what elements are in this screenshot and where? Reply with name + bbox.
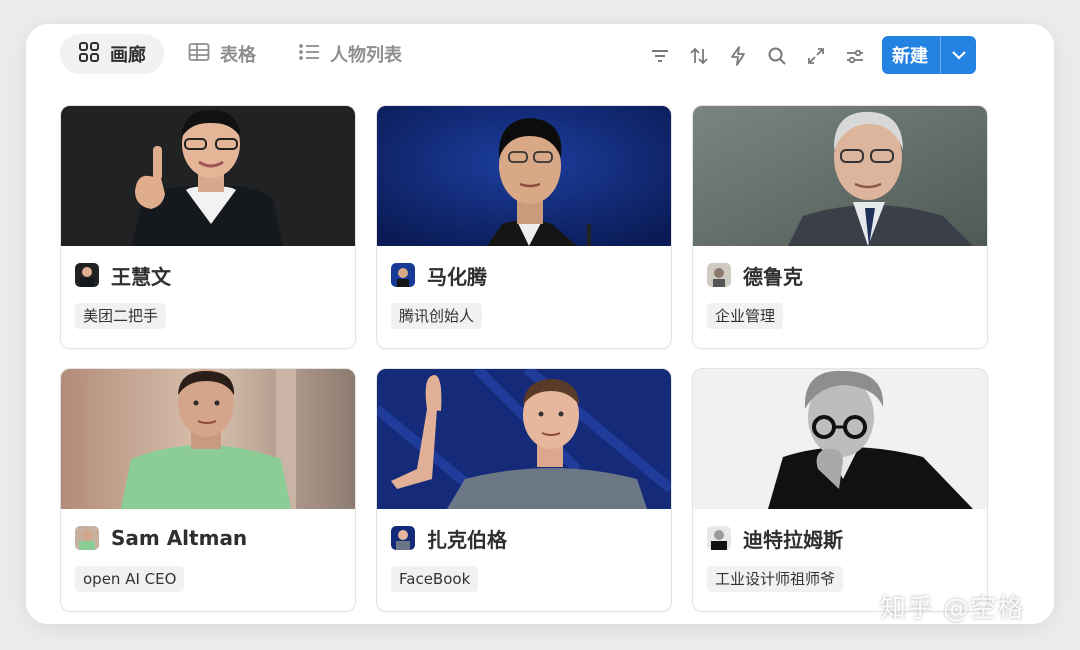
tab-gallery[interactable]: 画廊 xyxy=(60,34,164,74)
chevron-down-icon[interactable] xyxy=(941,50,976,60)
card-tag: 工业设计师祖师爷 xyxy=(707,566,844,592)
avatar xyxy=(391,263,415,287)
avatar xyxy=(75,263,99,287)
card-name: 王慧文 xyxy=(111,264,171,289)
avatar xyxy=(707,526,731,550)
gallery-card[interactable]: 迪特拉姆斯 工业设计师祖师爷 xyxy=(692,368,988,612)
card-cover-photo xyxy=(377,106,671,246)
card-cover-photo xyxy=(693,106,987,246)
card-tag: 腾讯创始人 xyxy=(391,303,483,329)
card-title: 马化腾 xyxy=(391,261,487,289)
card-cover-photo xyxy=(377,369,671,509)
card-name: 迪特拉姆斯 xyxy=(743,527,843,552)
gallery-card[interactable]: Sam Altman open AI CEO xyxy=(60,368,356,612)
card-title: 迪特拉姆斯 xyxy=(707,524,843,552)
avatar xyxy=(391,526,415,550)
gallery-card[interactable]: 王慧文 美团二把手 xyxy=(60,105,356,349)
card-tag: FaceBook xyxy=(391,566,479,592)
avatar xyxy=(75,526,99,550)
card-cover-photo xyxy=(693,369,987,509)
avatar xyxy=(707,263,731,287)
gallery-window: 画廊 表格 人物列表 新建 王慧文 美团二把手 马化腾 腾讯创始人 德鲁克 企业… xyxy=(26,24,1054,624)
card-title: 王慧文 xyxy=(75,261,171,289)
card-tag: open AI CEO xyxy=(75,566,185,592)
settings-sliders-icon[interactable] xyxy=(843,44,867,68)
watermark-text: 知乎 @空格 xyxy=(880,594,1025,624)
list-icon xyxy=(298,42,320,67)
card-name: 扎克伯格 xyxy=(427,527,507,552)
sort-icon[interactable] xyxy=(687,44,711,68)
tab-people-list-label: 人物列表 xyxy=(330,45,402,66)
card-cover-photo xyxy=(61,106,355,246)
gallery-card[interactable]: 扎克伯格 FaceBook xyxy=(376,368,672,612)
card-title: 德鲁克 xyxy=(707,261,803,289)
tab-table[interactable]: 表格 xyxy=(188,34,256,74)
card-title: Sam Altman xyxy=(75,524,247,552)
card-title: 扎克伯格 xyxy=(391,524,507,552)
tab-people-list[interactable]: 人物列表 xyxy=(298,34,402,74)
card-name: Sam Altman xyxy=(111,526,248,550)
card-name: 马化腾 xyxy=(427,264,487,289)
gallery-card[interactable]: 马化腾 腾讯创始人 xyxy=(376,105,672,349)
card-name: 德鲁克 xyxy=(743,264,803,289)
new-button-label: 新建 xyxy=(892,46,928,67)
table-icon xyxy=(188,42,210,67)
card-tag: 企业管理 xyxy=(707,303,784,329)
search-icon[interactable] xyxy=(765,44,789,68)
new-button[interactable]: 新建 xyxy=(882,36,976,74)
tab-gallery-label: 画廊 xyxy=(110,45,146,66)
automation-lightning-icon[interactable] xyxy=(726,44,750,68)
card-tag: 美团二把手 xyxy=(75,303,167,329)
expand-icon[interactable] xyxy=(804,44,828,68)
gallery-card[interactable]: 德鲁克 企业管理 xyxy=(692,105,988,349)
gallery-grid-icon xyxy=(78,41,100,68)
filter-icon[interactable] xyxy=(648,44,672,68)
tab-table-label: 表格 xyxy=(220,45,256,66)
card-cover-photo xyxy=(61,369,355,509)
